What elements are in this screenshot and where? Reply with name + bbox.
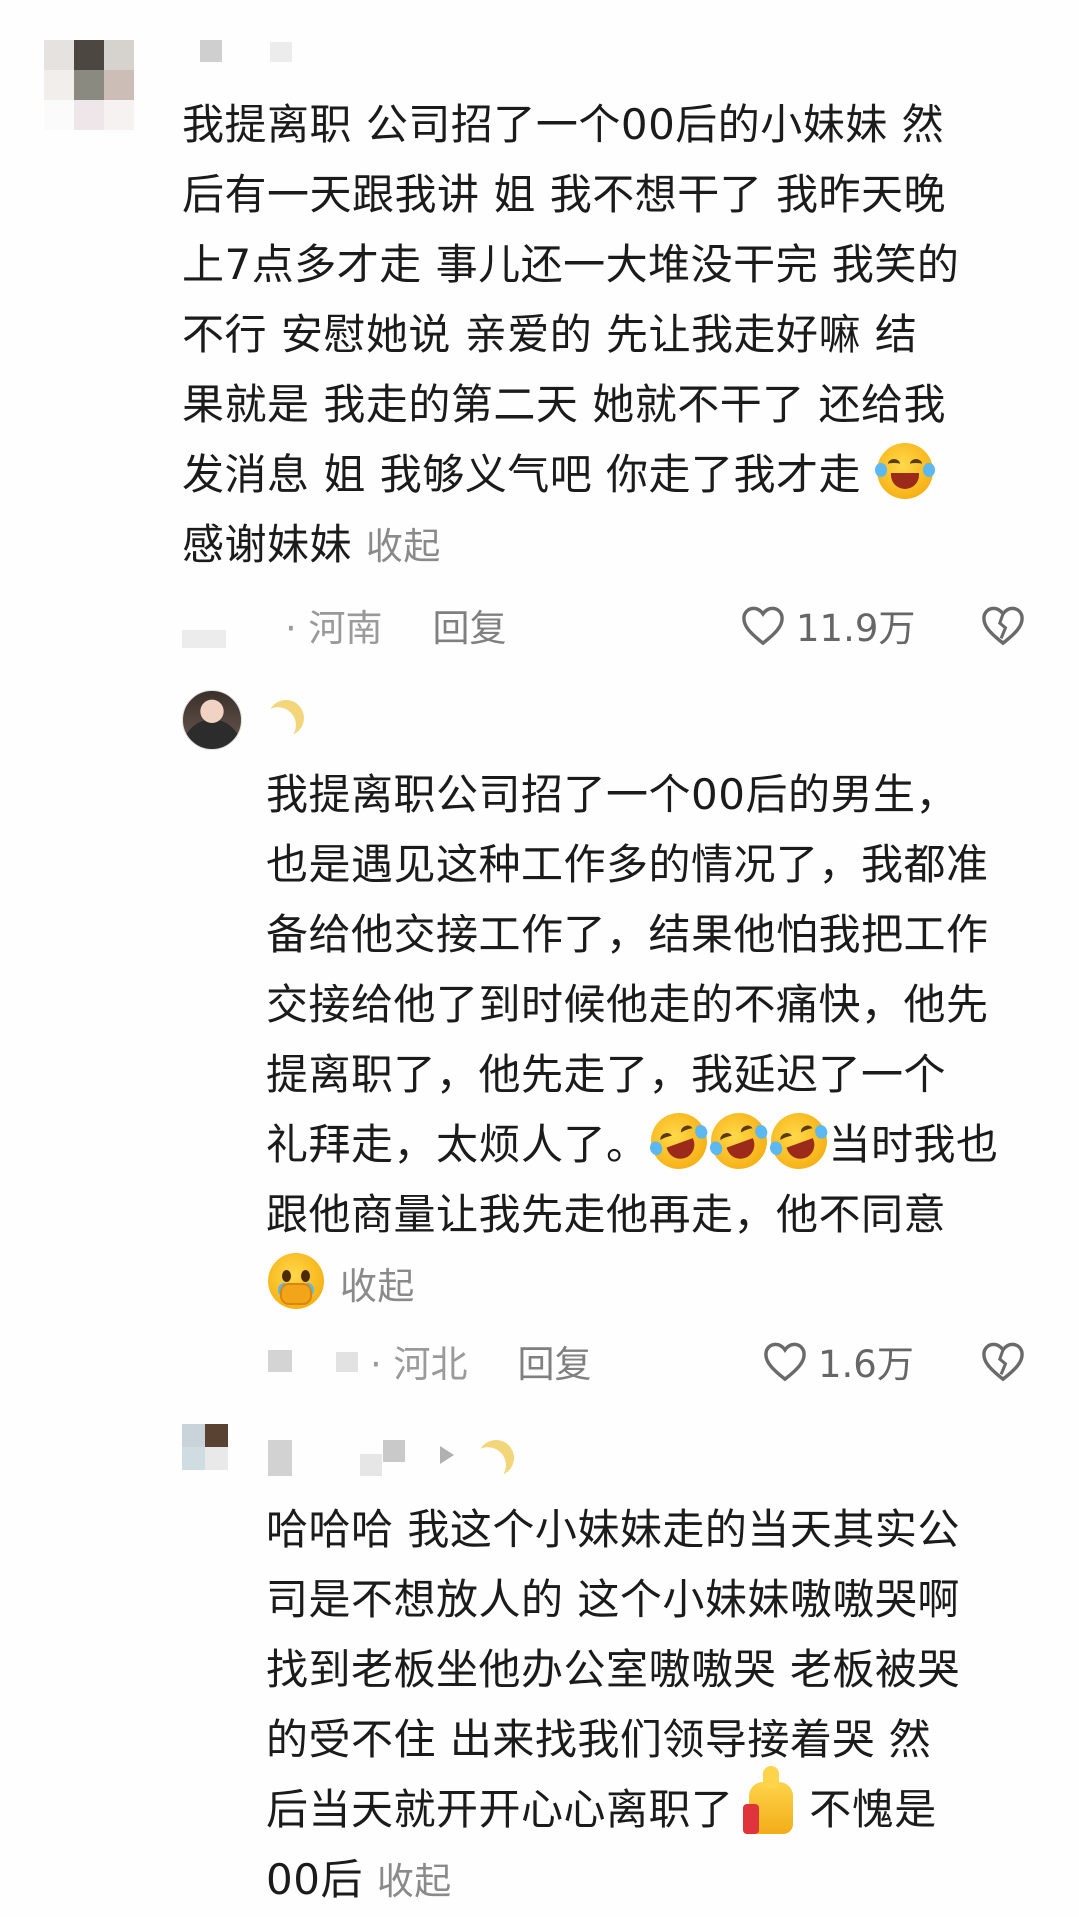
comment-meta-1: · 河南 回复 [285, 600, 507, 650]
comment-line: 跟他商量让我先走他再走，他不同意 [266, 1190, 947, 1239]
comment-line: 感谢妹妹 [182, 520, 353, 569]
comment-line: 后有一天跟我讲 姐 我不想干了 我昨天晚 [182, 170, 947, 219]
comment-line: 司是不想放人的 这个小妹妹嗷嗷哭啊 [266, 1575, 960, 1624]
time-mosaic-1 [182, 630, 226, 648]
comment-line: 00后 [266, 1855, 363, 1904]
moon-icon [473, 1435, 519, 1481]
comment-line: 当时我也 [828, 1120, 999, 1169]
time-mosaic-2 [268, 1350, 292, 1372]
comment-text-1: 我提离职 公司招了一个00后的小妹妹 然 后有一天跟我讲 姐 我不想干了 我昨天… [182, 90, 959, 580]
comment-line: 后当天就开开心心离职了 [266, 1785, 734, 1834]
face-holding-back-tears-icon [268, 1253, 324, 1309]
comment-meta-2: · 河北 回复 [370, 1336, 592, 1386]
loudly-crying-face-icon [874, 443, 935, 499]
comment-line: 也是遇见这种工作多的情况了，我都准 [266, 840, 989, 889]
rolling-on-floor-laughing-icon [642, 1105, 715, 1177]
comment-line: 上7点多才走 事儿还一大堆没干完 我笑的 [182, 240, 960, 289]
comment-line: 果就是 我走的第二天 她就不干了 还给我 [182, 380, 947, 429]
comment-line: 不行 安慰她说 亲爱的 先让我走好嘛 结 [182, 310, 918, 359]
like-button[interactable]: 11.9万 [740, 600, 915, 650]
dislike-button[interactable] [980, 1340, 1026, 1382]
location-label: · 河北 [370, 1343, 468, 1386]
thumbs-up-icon [743, 1766, 794, 1834]
comment-line: 我提离职 公司招了一个00后的小妹妹 然 [182, 100, 945, 149]
comment-line: 备给他交接工作了，结果他怕我把工作 [266, 910, 989, 959]
comment-line: 的受不住 出来找我们领导接着哭 然 [266, 1715, 932, 1764]
avatar-mosaic-3[interactable] [182, 1424, 228, 1470]
heart-icon [762, 1340, 808, 1382]
comment-text-2: 我提离职公司招了一个00后的男生， 也是遇见这种工作多的情况了，我都准 备给他交… [266, 760, 999, 1320]
play-icon [440, 1446, 454, 1464]
location-label: · 河南 [285, 607, 383, 650]
reply-button[interactable]: 回复 [518, 1334, 592, 1388]
avatar-2[interactable] [182, 690, 242, 750]
collapse-link[interactable]: 收起 [340, 1265, 415, 1308]
username-mosaic-3b [360, 1454, 382, 1476]
comment-line: 找到老板坐他办公室嗷嗷哭 老板被哭 [266, 1645, 960, 1694]
username-mosaic-3[interactable] [268, 1440, 292, 1476]
username-mosaic-1b [270, 42, 292, 62]
like-button[interactable]: 1.6万 [762, 1336, 914, 1386]
comment-line: 发消息 姐 我够义气吧 你走了我才走 [182, 450, 862, 499]
broken-heart-icon [980, 604, 1026, 646]
username-mosaic-3c [383, 1440, 405, 1462]
comment-line: 我提离职公司招了一个00后的男生， [266, 770, 958, 819]
comment-line: 礼拜走，太烦人了。 [266, 1120, 649, 1169]
comment-line: 提离职了，他先走了，我延迟了一个 [266, 1050, 947, 1099]
comment-line: 哈哈哈 我这个小妹妹走的当天其实公 [266, 1505, 960, 1554]
avatar-mosaic-1[interactable] [44, 40, 134, 130]
broken-heart-icon [980, 1340, 1026, 1382]
rolling-on-floor-laughing-icon [762, 1105, 835, 1177]
like-count: 11.9万 [796, 607, 916, 650]
like-count: 1.6万 [818, 1343, 914, 1386]
time-mosaic-2b [336, 1352, 358, 1372]
username-mosaic-1[interactable] [200, 40, 222, 62]
moon-icon [263, 695, 309, 741]
heart-icon [740, 604, 786, 646]
reply-button[interactable]: 回复 [433, 598, 507, 652]
dislike-button[interactable] [980, 604, 1026, 646]
collapse-link[interactable]: 收起 [377, 1860, 452, 1903]
rolling-on-floor-laughing-icon [702, 1105, 775, 1177]
collapse-link[interactable]: 收起 [366, 525, 441, 568]
comment-line: 交接给他了到时候他走的不痛快，他先 [266, 980, 989, 1029]
comment-text-3: 哈哈哈 我这个小妹妹走的当天其实公 司是不想放人的 这个小妹妹嗷嗷哭啊 找到老板… [266, 1495, 960, 1915]
comment-line: 不愧是 [809, 1785, 937, 1834]
